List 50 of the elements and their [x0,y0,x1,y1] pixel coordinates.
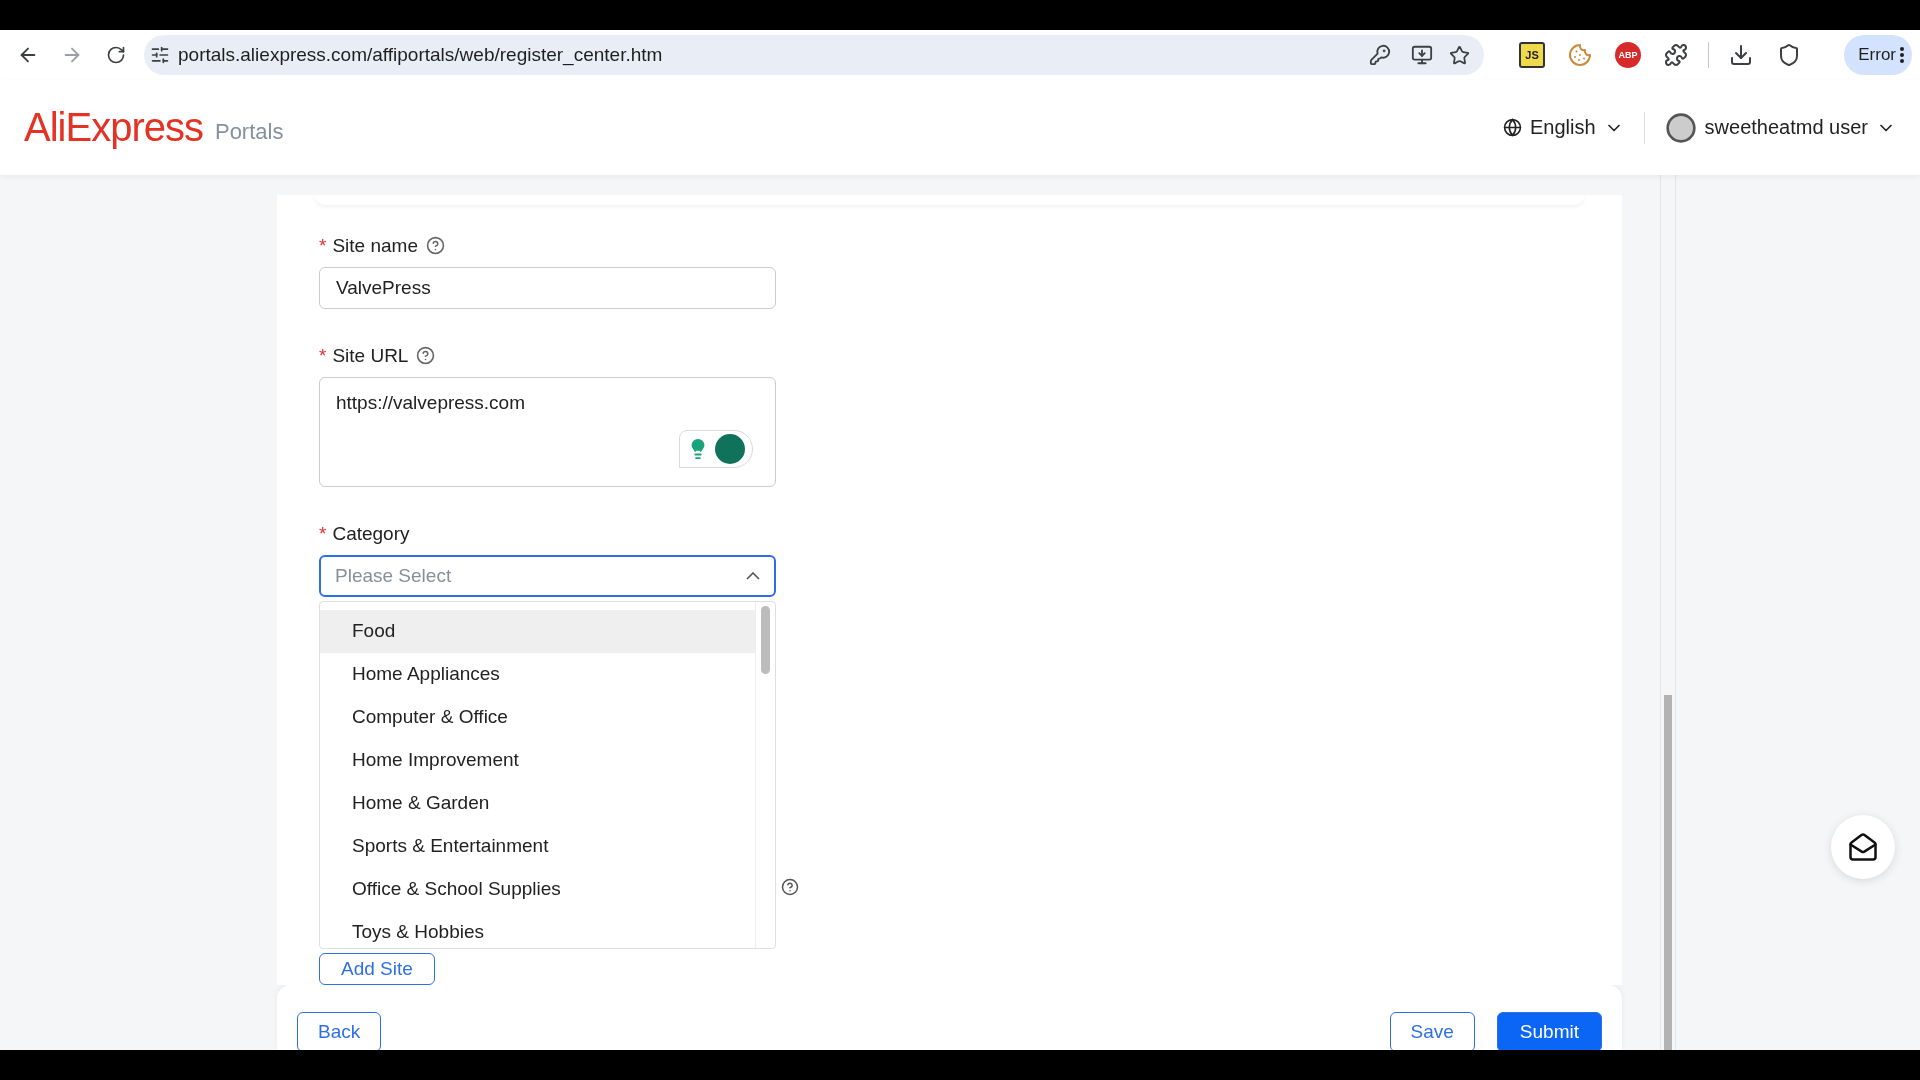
language-selector[interactable]: English [1502,116,1624,139]
site-settings-icon[interactable] [150,45,170,65]
shield-icon[interactable] [1777,43,1801,67]
download-icon[interactable] [1729,43,1753,67]
globe-icon [1502,118,1522,137]
save-button[interactable]: Save [1389,1012,1475,1050]
open-envelope-icon [1848,832,1878,862]
extension-icon[interactable]: ABP [1615,42,1641,68]
profile-button[interactable]: Error [1844,35,1912,75]
required-asterisk: * [319,344,327,367]
cookie-icon[interactable] [1568,43,1592,67]
key-icon[interactable] [1369,44,1391,66]
help-icon[interactable] [781,877,799,896]
back-button[interactable]: Back [297,1012,382,1050]
install-icon[interactable] [1411,44,1433,66]
field-label: Site URL [332,344,409,367]
help-icon[interactable] [416,346,436,366]
dropdown-option[interactable]: Food [320,609,755,653]
dropdown-option[interactable]: Home & Garden [320,781,755,825]
required-asterisk: * [319,522,327,545]
site-url-field[interactable]: https://valvepress.com [319,376,776,487]
logo-text[interactable]: AliExpress [24,105,203,150]
url-text: portals.aliexpress.com/affiportals/web/register_center.htm [178,44,664,66]
logo-suffix: Portals [214,118,284,145]
dropdown-option[interactable]: Computer & Office [320,695,755,739]
user-menu[interactable]: sweetheatmd user [1664,111,1896,144]
puzzle-icon[interactable] [1664,43,1688,67]
field-label: Category [332,522,410,545]
scrollbar-thumb[interactable] [761,605,770,674]
dropdown-option[interactable]: Sports & Entertainment [320,824,755,868]
message-button[interactable] [1831,815,1895,879]
dropdown-option[interactable]: Office & School Supplies [320,867,755,911]
field-label: Site name [332,234,418,257]
bookmark-star-icon[interactable] [1449,44,1470,66]
menu-icon [1900,47,1904,63]
extension-icon[interactable]: JS [1519,42,1545,68]
help-icon[interactable] [425,236,445,256]
circle-logo-icon [715,433,745,464]
chevron-up-icon [746,571,760,580]
site-name-field[interactable]: ValvePress [319,266,776,309]
dropdown-option[interactable]: Home Appliances [320,652,755,696]
writing-assistant-badge[interactable] [679,429,753,468]
submit-button[interactable]: Submit [1496,1012,1602,1050]
avatar-icon [1664,111,1697,144]
dropdown-option[interactable]: Home Improvement [320,738,755,782]
add-site-button[interactable]: Add Site [319,952,435,985]
page-scrollbar-thumb[interactable] [1664,695,1672,1050]
dropdown-option[interactable]: Toys & Hobbies [320,910,755,948]
required-asterisk: * [319,234,327,257]
address-bar[interactable]: portals.aliexpress.com/affiportals/web/register_center.htm [144,35,1484,75]
